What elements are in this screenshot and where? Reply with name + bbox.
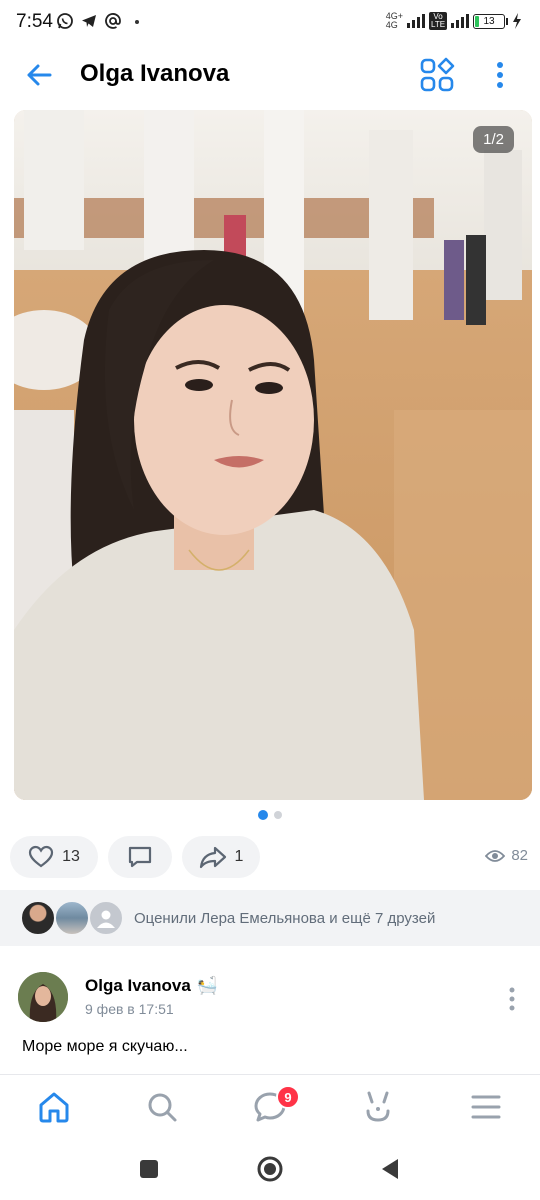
avatar [54, 900, 90, 936]
post-author-name: Olga Ivanova [85, 976, 191, 995]
liker-avatars [20, 898, 130, 938]
user-icon [97, 910, 115, 928]
arrow-left-icon[interactable] [22, 58, 56, 92]
likes-count: 13 [62, 848, 80, 865]
post-photo[interactable]: 1/2 [14, 110, 532, 800]
apps-grid-icon[interactable] [418, 56, 456, 94]
likers-text: Оценили Лера Емельянова и ещё 7 друзей [134, 909, 436, 927]
more-notifications-dot [135, 20, 139, 24]
volte-badge: Vo LTE [429, 12, 447, 30]
system-navigation [0, 1138, 540, 1200]
photo-image [14, 110, 532, 800]
avatar-placeholder [88, 900, 124, 936]
at-sign-icon [105, 13, 121, 29]
home-button-icon[interactable] [255, 1154, 285, 1184]
photo-pager [258, 810, 282, 820]
post-actions: 13 1 82 [10, 836, 530, 878]
like-button[interactable]: 13 [10, 836, 98, 878]
bathtub-emoji: 🛀 [196, 976, 218, 995]
pager-dot-active [258, 810, 268, 820]
search-icon[interactable] [144, 1089, 180, 1125]
comment-icon [128, 846, 152, 868]
status-time: 7:54 [16, 11, 53, 32]
heart-icon [28, 845, 54, 868]
network-type: 4G+ 4G [385, 11, 403, 30]
post-author[interactable]: Olga Ivanova 🛀 [85, 976, 218, 996]
battery-icon: 13 [473, 13, 505, 29]
messages-badge: 9 [276, 1085, 300, 1109]
recent-apps-icon[interactable] [134, 1154, 164, 1184]
photo-counter: 1/2 [473, 126, 514, 153]
views-counter: 82 [485, 847, 528, 864]
more-vertical-icon[interactable] [484, 56, 516, 94]
app-bar: Olga Ivanova [0, 44, 540, 106]
clips-icon[interactable] [360, 1089, 396, 1125]
menu-icon[interactable] [468, 1089, 504, 1125]
signal-strength-2-icon [451, 14, 469, 28]
battery-level: 13 [483, 15, 495, 27]
post-card: Olga Ivanova 🛀 9 фев в 17:51 Море море я… [0, 958, 540, 1078]
comment-button[interactable] [108, 836, 172, 878]
pager-dot [274, 811, 282, 819]
signal-strength-icon [407, 14, 425, 28]
shares-count: 1 [234, 848, 244, 865]
author-avatar[interactable] [18, 972, 68, 1022]
charging-icon [513, 13, 521, 29]
notification-icons [56, 12, 122, 30]
avatar [20, 900, 56, 936]
status-bar: 7:54 4G+ 4G Vo LTE 13 [0, 0, 540, 44]
page-title: Olga Ivanova [80, 60, 230, 87]
share-button[interactable]: 1 [182, 836, 260, 878]
eye-icon [485, 849, 506, 862]
share-icon [199, 846, 226, 869]
back-triangle-icon[interactable] [376, 1154, 406, 1184]
home-icon[interactable] [36, 1089, 72, 1125]
whatsapp-icon [57, 13, 73, 29]
post-text: Море море я скучаю... [22, 1038, 188, 1055]
telegram-icon [82, 15, 96, 27]
views-count: 82 [511, 847, 528, 864]
likers-row[interactable]: Оценили Лера Емельянова и ещё 7 друзей [0, 890, 540, 946]
post-date: 9 фев в 17:51 [85, 1001, 174, 1017]
bottom-tab-bar [0, 1074, 540, 1138]
author-avatar-image [18, 972, 68, 1022]
status-indicators: 4G+ 4G Vo LTE 13 [386, 12, 522, 30]
more-vertical-icon[interactable] [506, 986, 518, 1012]
battery-tip [506, 17, 508, 25]
